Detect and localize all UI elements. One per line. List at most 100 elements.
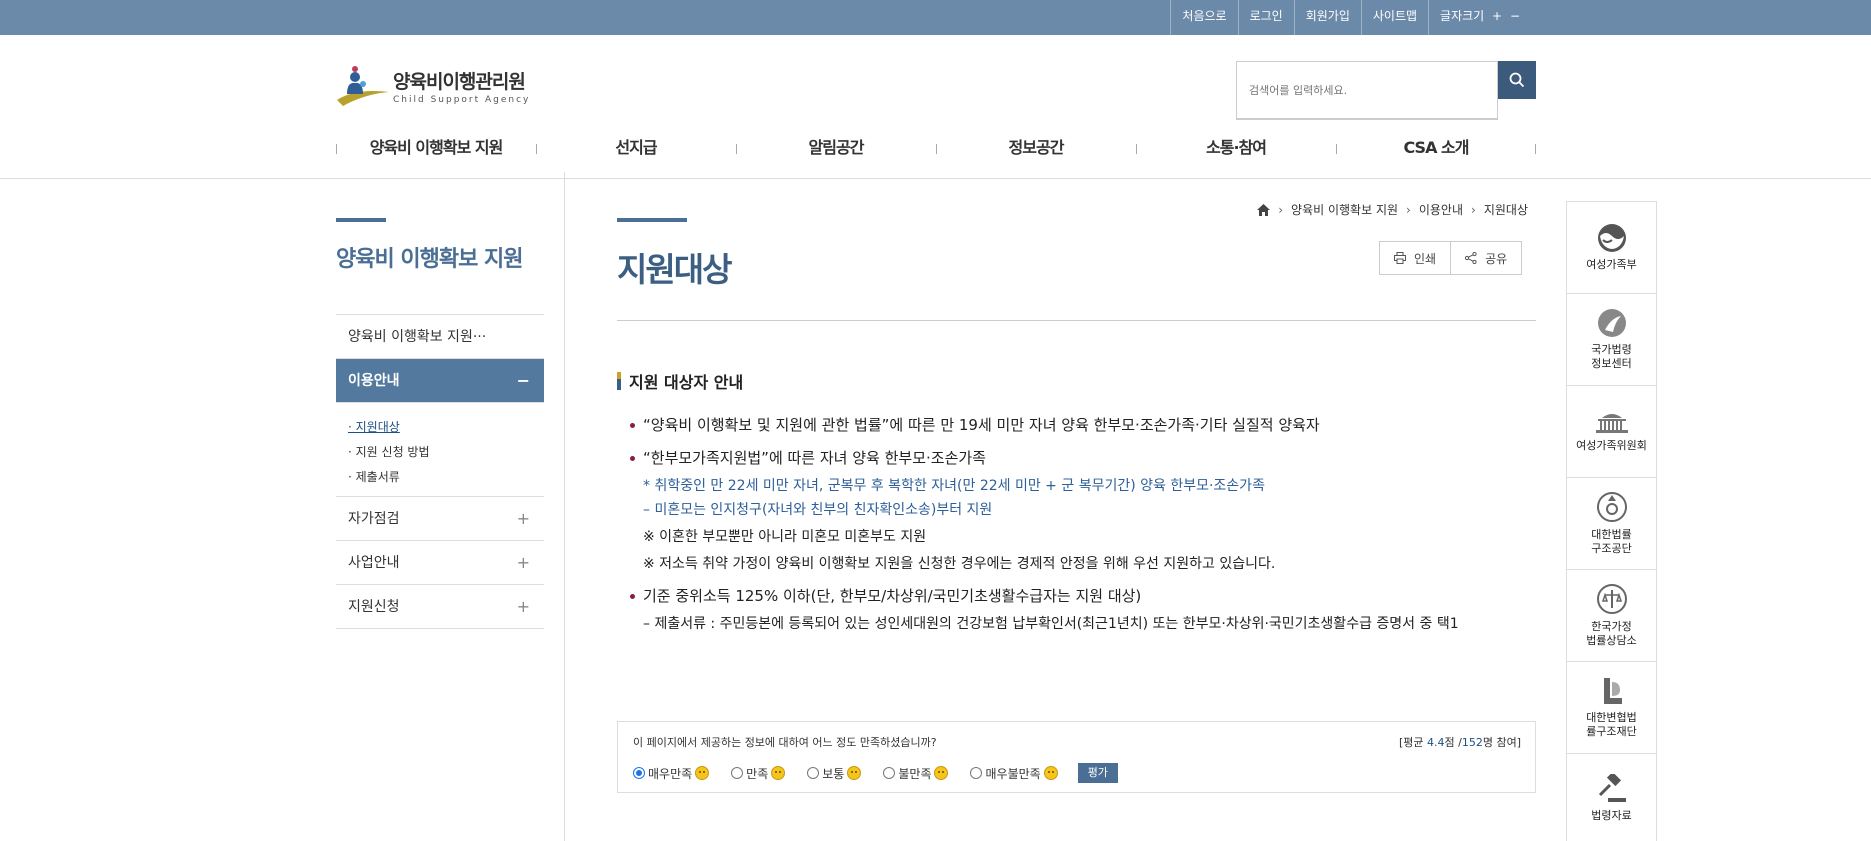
sidebar-accent-bar bbox=[336, 218, 386, 222]
gnb-information[interactable]: 정보공간 bbox=[936, 130, 1136, 166]
rating-satisfied[interactable]: 만족 bbox=[731, 765, 786, 782]
submenu-documents[interactable]: · 제출서류 bbox=[348, 465, 544, 490]
rating-very-dissatisfied[interactable]: 매우불만족 bbox=[970, 765, 1058, 782]
survey-participant-count: 152 bbox=[1461, 736, 1483, 749]
chevron-right-icon: › bbox=[1471, 202, 1476, 217]
breadcrumb-level-1[interactable]: 양육비 이행확보 지원 bbox=[1291, 201, 1398, 218]
law-center-icon bbox=[1597, 309, 1626, 337]
sidebar-item-business[interactable]: 사업안내 + bbox=[336, 541, 544, 585]
quick-link-label: 대한법률 구조공단 bbox=[1591, 528, 1632, 555]
breadcrumb-level-2[interactable]: 이용안내 bbox=[1419, 201, 1463, 218]
quick-link-legal-aid[interactable]: 대한법률 구조공단 bbox=[1567, 478, 1656, 570]
logo-mark-icon bbox=[335, 64, 391, 108]
sidebar-item-child-support[interactable]: 양육비 이행확보 지원··· bbox=[336, 315, 544, 359]
survey-average-mid: 점 / bbox=[1444, 736, 1462, 749]
chevron-right-icon: › bbox=[1278, 202, 1284, 217]
rating-very-satisfied[interactable]: 매우만족 bbox=[633, 765, 710, 782]
home-icon[interactable] bbox=[1257, 203, 1271, 216]
quick-link-mogef[interactable]: 여성가족부 bbox=[1567, 202, 1656, 294]
font-size-minus-button[interactable]: − bbox=[1510, 9, 1520, 23]
section-title: 지원 대상자 안내 bbox=[617, 369, 743, 393]
home-link[interactable]: 처음으로 bbox=[1170, 0, 1237, 35]
print-button[interactable]: 인쇄 bbox=[1379, 241, 1452, 275]
share-icon bbox=[1465, 252, 1477, 264]
logo-english-name: Child Support Agency bbox=[393, 95, 531, 105]
quick-link-label: 여성가족위원회 bbox=[1576, 439, 1647, 452]
radio-button[interactable] bbox=[807, 767, 820, 779]
assembly-building-icon bbox=[1595, 414, 1628, 433]
quick-link-family-counsel[interactable]: 한국가정 법률상담소 bbox=[1567, 570, 1656, 662]
survey-average: [평균 4.4점 /152명 참여] bbox=[1399, 734, 1521, 750]
quick-link-assembly-committee[interactable]: 여성가족위원회 bbox=[1567, 386, 1656, 478]
share-label: 공유 bbox=[1485, 251, 1508, 266]
sidebar-title: 양육비 이행확보 지원 bbox=[336, 247, 523, 272]
radio-button[interactable] bbox=[883, 767, 896, 779]
gnb-communication[interactable]: 소통·참여 bbox=[1136, 130, 1336, 166]
quick-link-law-materials[interactable]: 법령자료 bbox=[1567, 754, 1656, 841]
radio-button[interactable] bbox=[633, 767, 645, 779]
search-box bbox=[1236, 61, 1536, 120]
share-button[interactable]: 공유 bbox=[1451, 241, 1523, 275]
quick-link-label: 법령자료 bbox=[1591, 808, 1632, 822]
rating-label: 매우불만족 bbox=[985, 766, 1041, 781]
note-text: ※ 저소득 취약 가정이 양육비 이행확보 지원을 신청한 경우에는 경제적 안… bbox=[643, 556, 1276, 572]
top-utility-bar: 처음으로 로그인 회원가입 사이트맵 글자크기 + − bbox=[0, 0, 1871, 35]
gnb-child-support[interactable]: 양육비 이행확보 지원 bbox=[336, 130, 536, 166]
search-button[interactable] bbox=[1498, 61, 1536, 99]
sad-face-icon bbox=[934, 766, 949, 780]
note-text: – 제출서류 : 주민등본에 등록되어 있는 성인세대원의 건강보험 납부확인서… bbox=[643, 616, 1459, 632]
quick-link-label: 여성가족부 bbox=[1586, 258, 1637, 271]
sidebar-submenu: · 지원대상 · 지원 신청 방법 · 제출서류 bbox=[336, 403, 544, 497]
rating-label: 불만족 bbox=[898, 766, 932, 781]
sidebar-divider bbox=[564, 172, 565, 841]
gnb-about-csa[interactable]: CSA 소개 bbox=[1336, 130, 1536, 166]
quick-link-bar-foundation[interactable]: 대한변협법 률구조재단 bbox=[1567, 662, 1656, 754]
note-text: * 취학중인 만 22세 미만 자녀, 군복무 후 복학한 자녀(만 22세 미… bbox=[643, 478, 1265, 494]
site-logo[interactable]: 양육비이행관리원 Child Support Agency bbox=[335, 64, 530, 108]
font-size-label: 글자크기 bbox=[1440, 9, 1485, 23]
quick-link-label: 국가법령 정보센터 bbox=[1591, 343, 1632, 370]
list-item: 기준 중위소득 125% 이하(단, 한부모/차상위/국민기초생활수급자는 지원… bbox=[630, 585, 1547, 607]
crying-face-icon bbox=[1043, 766, 1058, 780]
global-navigation: 양육비 이행확보 지원 선지급 알림공간 정보공간 소통·참여 CSA 소개 bbox=[336, 130, 1536, 166]
radio-button[interactable] bbox=[731, 767, 744, 779]
submit-rating-button[interactable]: 평가 bbox=[1077, 763, 1118, 783]
sitemap-link[interactable]: 사이트맵 bbox=[1360, 0, 1428, 35]
survey-average-score: 4.4 bbox=[1427, 736, 1445, 749]
submenu-application-method[interactable]: · 지원 신청 방법 bbox=[348, 440, 544, 465]
rating-dissatisfied[interactable]: 불만족 bbox=[883, 765, 949, 782]
signup-link[interactable]: 회원가입 bbox=[1293, 0, 1361, 35]
quick-link-law-center[interactable]: 국가법령 정보센터 bbox=[1567, 294, 1656, 386]
legal-aid-icon bbox=[1596, 492, 1627, 522]
smile-face-icon bbox=[695, 766, 710, 780]
rating-neutral[interactable]: 보통 bbox=[807, 765, 862, 782]
gnb-advance-payment[interactable]: 선지급 bbox=[536, 130, 736, 166]
gavel-icon bbox=[1598, 773, 1626, 802]
breadcrumb-level-3[interactable]: 지원대상 bbox=[1484, 201, 1528, 218]
collapse-icon[interactable]: − bbox=[517, 359, 530, 403]
submenu-support-target[interactable]: · 지원대상 bbox=[348, 415, 544, 440]
title-divider bbox=[617, 320, 1536, 321]
search-input[interactable] bbox=[1236, 61, 1498, 120]
sidebar-item-label: 자가점검 bbox=[348, 511, 400, 527]
gnb-notice[interactable]: 알림공간 bbox=[736, 130, 936, 166]
sidebar-item-self-check[interactable]: 자가점검 + bbox=[336, 497, 544, 541]
survey-average-prefix: [평균 bbox=[1398, 736, 1428, 749]
neutral-face-icon bbox=[847, 766, 862, 780]
expand-icon[interactable]: + bbox=[517, 497, 530, 541]
sidebar-item-label: 사업안내 bbox=[348, 555, 400, 571]
sidebar-item-apply[interactable]: 지원신청 + bbox=[336, 585, 544, 629]
print-icon bbox=[1394, 252, 1406, 264]
sidebar-item-label: 이용안내 bbox=[348, 373, 400, 389]
expand-icon[interactable]: + bbox=[517, 585, 530, 629]
print-label: 인쇄 bbox=[1414, 251, 1437, 266]
radio-button[interactable] bbox=[970, 767, 983, 779]
utility-menu: 처음으로 로그인 회원가입 사이트맵 글자크기 + − bbox=[1170, 0, 1531, 35]
expand-icon[interactable]: + bbox=[517, 541, 530, 585]
font-size-plus-button[interactable]: + bbox=[1492, 9, 1502, 23]
login-link[interactable]: 로그인 bbox=[1237, 0, 1294, 35]
satisfaction-survey: 이 페이지에서 제공하는 정보에 대하여 어느 정도 만족하셨습니까? [평균 … bbox=[617, 721, 1536, 793]
sidebar-item-usage-guide[interactable]: 이용안내 − bbox=[336, 359, 544, 403]
survey-question: 이 페이지에서 제공하는 정보에 대하여 어느 정도 만족하셨습니까? bbox=[633, 736, 937, 749]
breadcrumb: › 양육비 이행확보 지원 › 이용안내 › 지원대상 bbox=[1257, 201, 1528, 218]
